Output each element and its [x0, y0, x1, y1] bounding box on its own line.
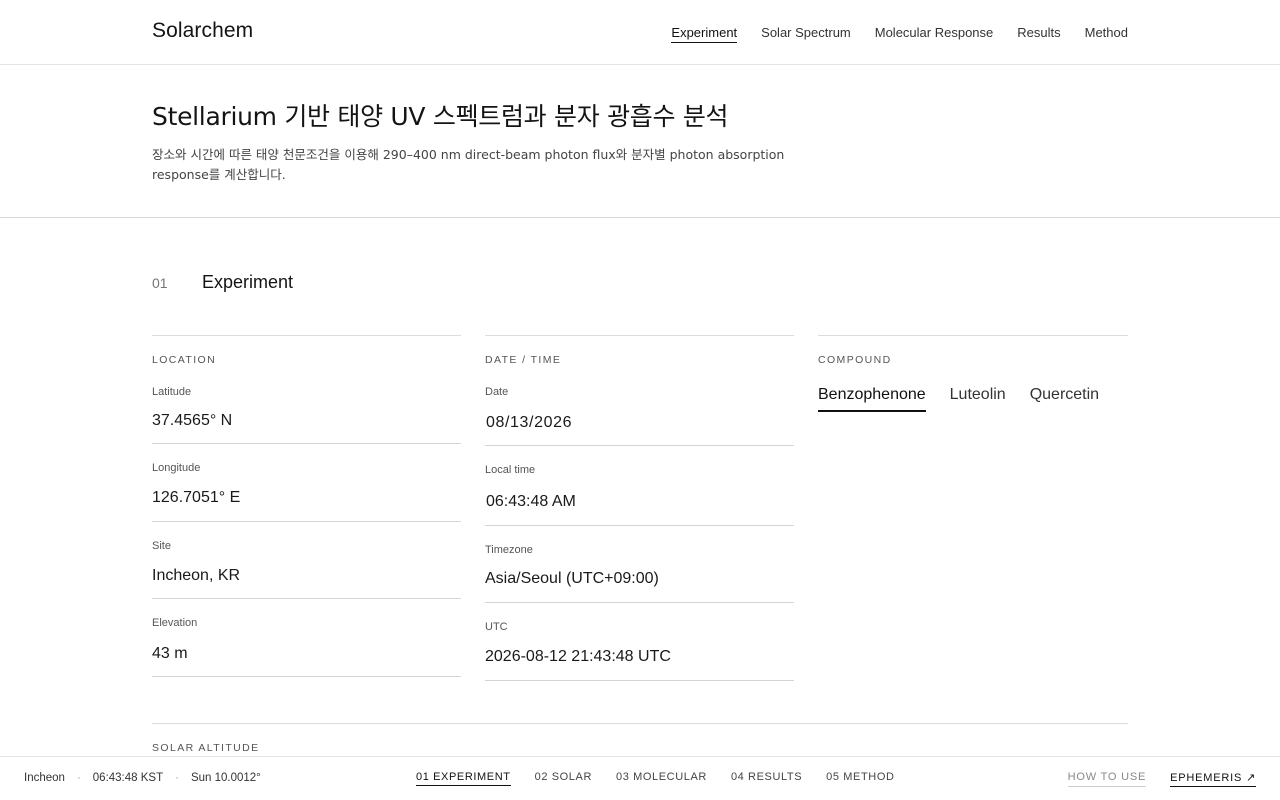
location-panel: LOCATION Latitude Longitude Site Elevati…	[152, 335, 461, 677]
local-time-label: Local time	[485, 464, 536, 476]
status-separator: ·	[76, 772, 81, 784]
compound-tab-quercetin[interactable]: Quercetin	[1030, 386, 1099, 412]
section-nav-method[interactable]: 05 METHOD	[826, 771, 894, 786]
ephemeris-link[interactable]: EPHEMERIS ↗	[1170, 771, 1256, 787]
main-nav: Experiment Solar Spectrum Molecular Resp…	[671, 25, 1128, 43]
longitude-input[interactable]	[152, 488, 461, 508]
utc-label: UTC	[485, 621, 508, 633]
brand-logo[interactable]: Solarchem	[152, 19, 253, 43]
hero-section: Stellarium 기반 태양 UV 스펙트럼과 분자 광흡수 분석 장소와 …	[0, 65, 1280, 218]
section-nav-results[interactable]: 04 RESULTS	[731, 771, 802, 786]
local-time-input[interactable]	[485, 492, 794, 512]
section-number: 01	[152, 275, 168, 291]
nav-molecular-response[interactable]: Molecular Response	[875, 25, 994, 43]
date-input[interactable]	[485, 413, 794, 433]
nav-experiment[interactable]: Experiment	[671, 25, 738, 43]
compound-tabs: Benzophenone Luteolin Quercetin	[818, 386, 1128, 412]
timezone-field: Timezone Asia/Seoul (UTC+09:00)	[485, 544, 794, 603]
nav-results[interactable]: Results	[1017, 25, 1060, 43]
solar-altitude-label: SOLAR ALTITUDE	[152, 742, 260, 754]
longitude-label: Longitude	[152, 462, 201, 474]
status-readout: Incheon · 06:43:48 KST · Sun 10.0012°	[24, 772, 261, 784]
section-nav-solar[interactable]: 02 SOLAR	[535, 771, 592, 786]
section-heading: 01 Experiment	[152, 272, 293, 293]
status-time: 06:43:48 KST	[92, 772, 164, 784]
site-label: Site	[152, 540, 171, 552]
timezone-label: Timezone	[485, 544, 533, 556]
section-nav-molecular[interactable]: 03 MOLECULAR	[616, 771, 707, 786]
site-field: Site	[152, 540, 461, 599]
compound-panel: COMPOUND Benzophenone Luteolin Quercetin	[818, 335, 1128, 412]
elevation-label: Elevation	[152, 617, 198, 629]
latitude-field: Latitude	[152, 386, 461, 444]
status-sun-altitude: Sun 10.0012°	[190, 772, 261, 784]
local-time-field: Local time	[485, 464, 794, 526]
longitude-field: Longitude	[152, 462, 461, 522]
elevation-field: Elevation	[152, 617, 461, 677]
nav-method[interactable]: Method	[1085, 25, 1128, 43]
section-nav-experiment[interactable]: 01 EXPERIMENT	[416, 771, 511, 786]
site-input[interactable]	[152, 566, 461, 586]
solar-altitude-panel: SOLAR ALTITUDE	[152, 723, 1128, 754]
compound-tab-benzophenone[interactable]: Benzophenone	[818, 386, 926, 412]
compound-tab-luteolin[interactable]: Luteolin	[950, 386, 1006, 412]
location-label: LOCATION	[152, 354, 217, 366]
page-description: 장소와 시간에 따른 태양 천문조건을 이용해 290–400 nm direc…	[152, 147, 785, 182]
bottom-bar: Incheon · 06:43:48 KST · Sun 10.0012° 01…	[0, 756, 1280, 800]
datetime-label: DATE / TIME	[485, 354, 562, 366]
latitude-input[interactable]	[152, 411, 461, 431]
date-field: Date	[485, 386, 794, 446]
date-label: Date	[485, 386, 509, 398]
bottom-links: HOW TO USE EPHEMERIS ↗	[1067, 771, 1256, 787]
top-navbar: Solarchem Experiment Solar Spectrum Mole…	[0, 0, 1280, 65]
timezone-select[interactable]: Asia/Seoul (UTC+09:00)	[485, 570, 794, 590]
utc-field: UTC 2026-08-12 21:43:48 UTC	[485, 621, 794, 681]
datetime-panel: DATE / TIME Date Local time Timezone Asi…	[485, 335, 794, 681]
page-title: Stellarium 기반 태양 UV 스펙트럼과 분자 광흡수 분석	[152, 102, 729, 131]
compound-label: COMPOUND	[818, 354, 892, 366]
section-title: Experiment	[202, 272, 294, 292]
nav-solar-spectrum[interactable]: Solar Spectrum	[761, 25, 851, 43]
how-to-use-link[interactable]: HOW TO USE	[1067, 771, 1147, 787]
elevation-input[interactable]	[152, 644, 461, 664]
utc-value: 2026-08-12 21:43:48 UTC	[485, 648, 671, 665]
status-separator: ·	[175, 772, 179, 784]
latitude-label: Latitude	[152, 386, 192, 398]
section-nav: 01 EXPERIMENT 02 SOLAR 03 MOLECULAR 04 R…	[416, 771, 895, 786]
status-site: Incheon	[24, 772, 65, 784]
